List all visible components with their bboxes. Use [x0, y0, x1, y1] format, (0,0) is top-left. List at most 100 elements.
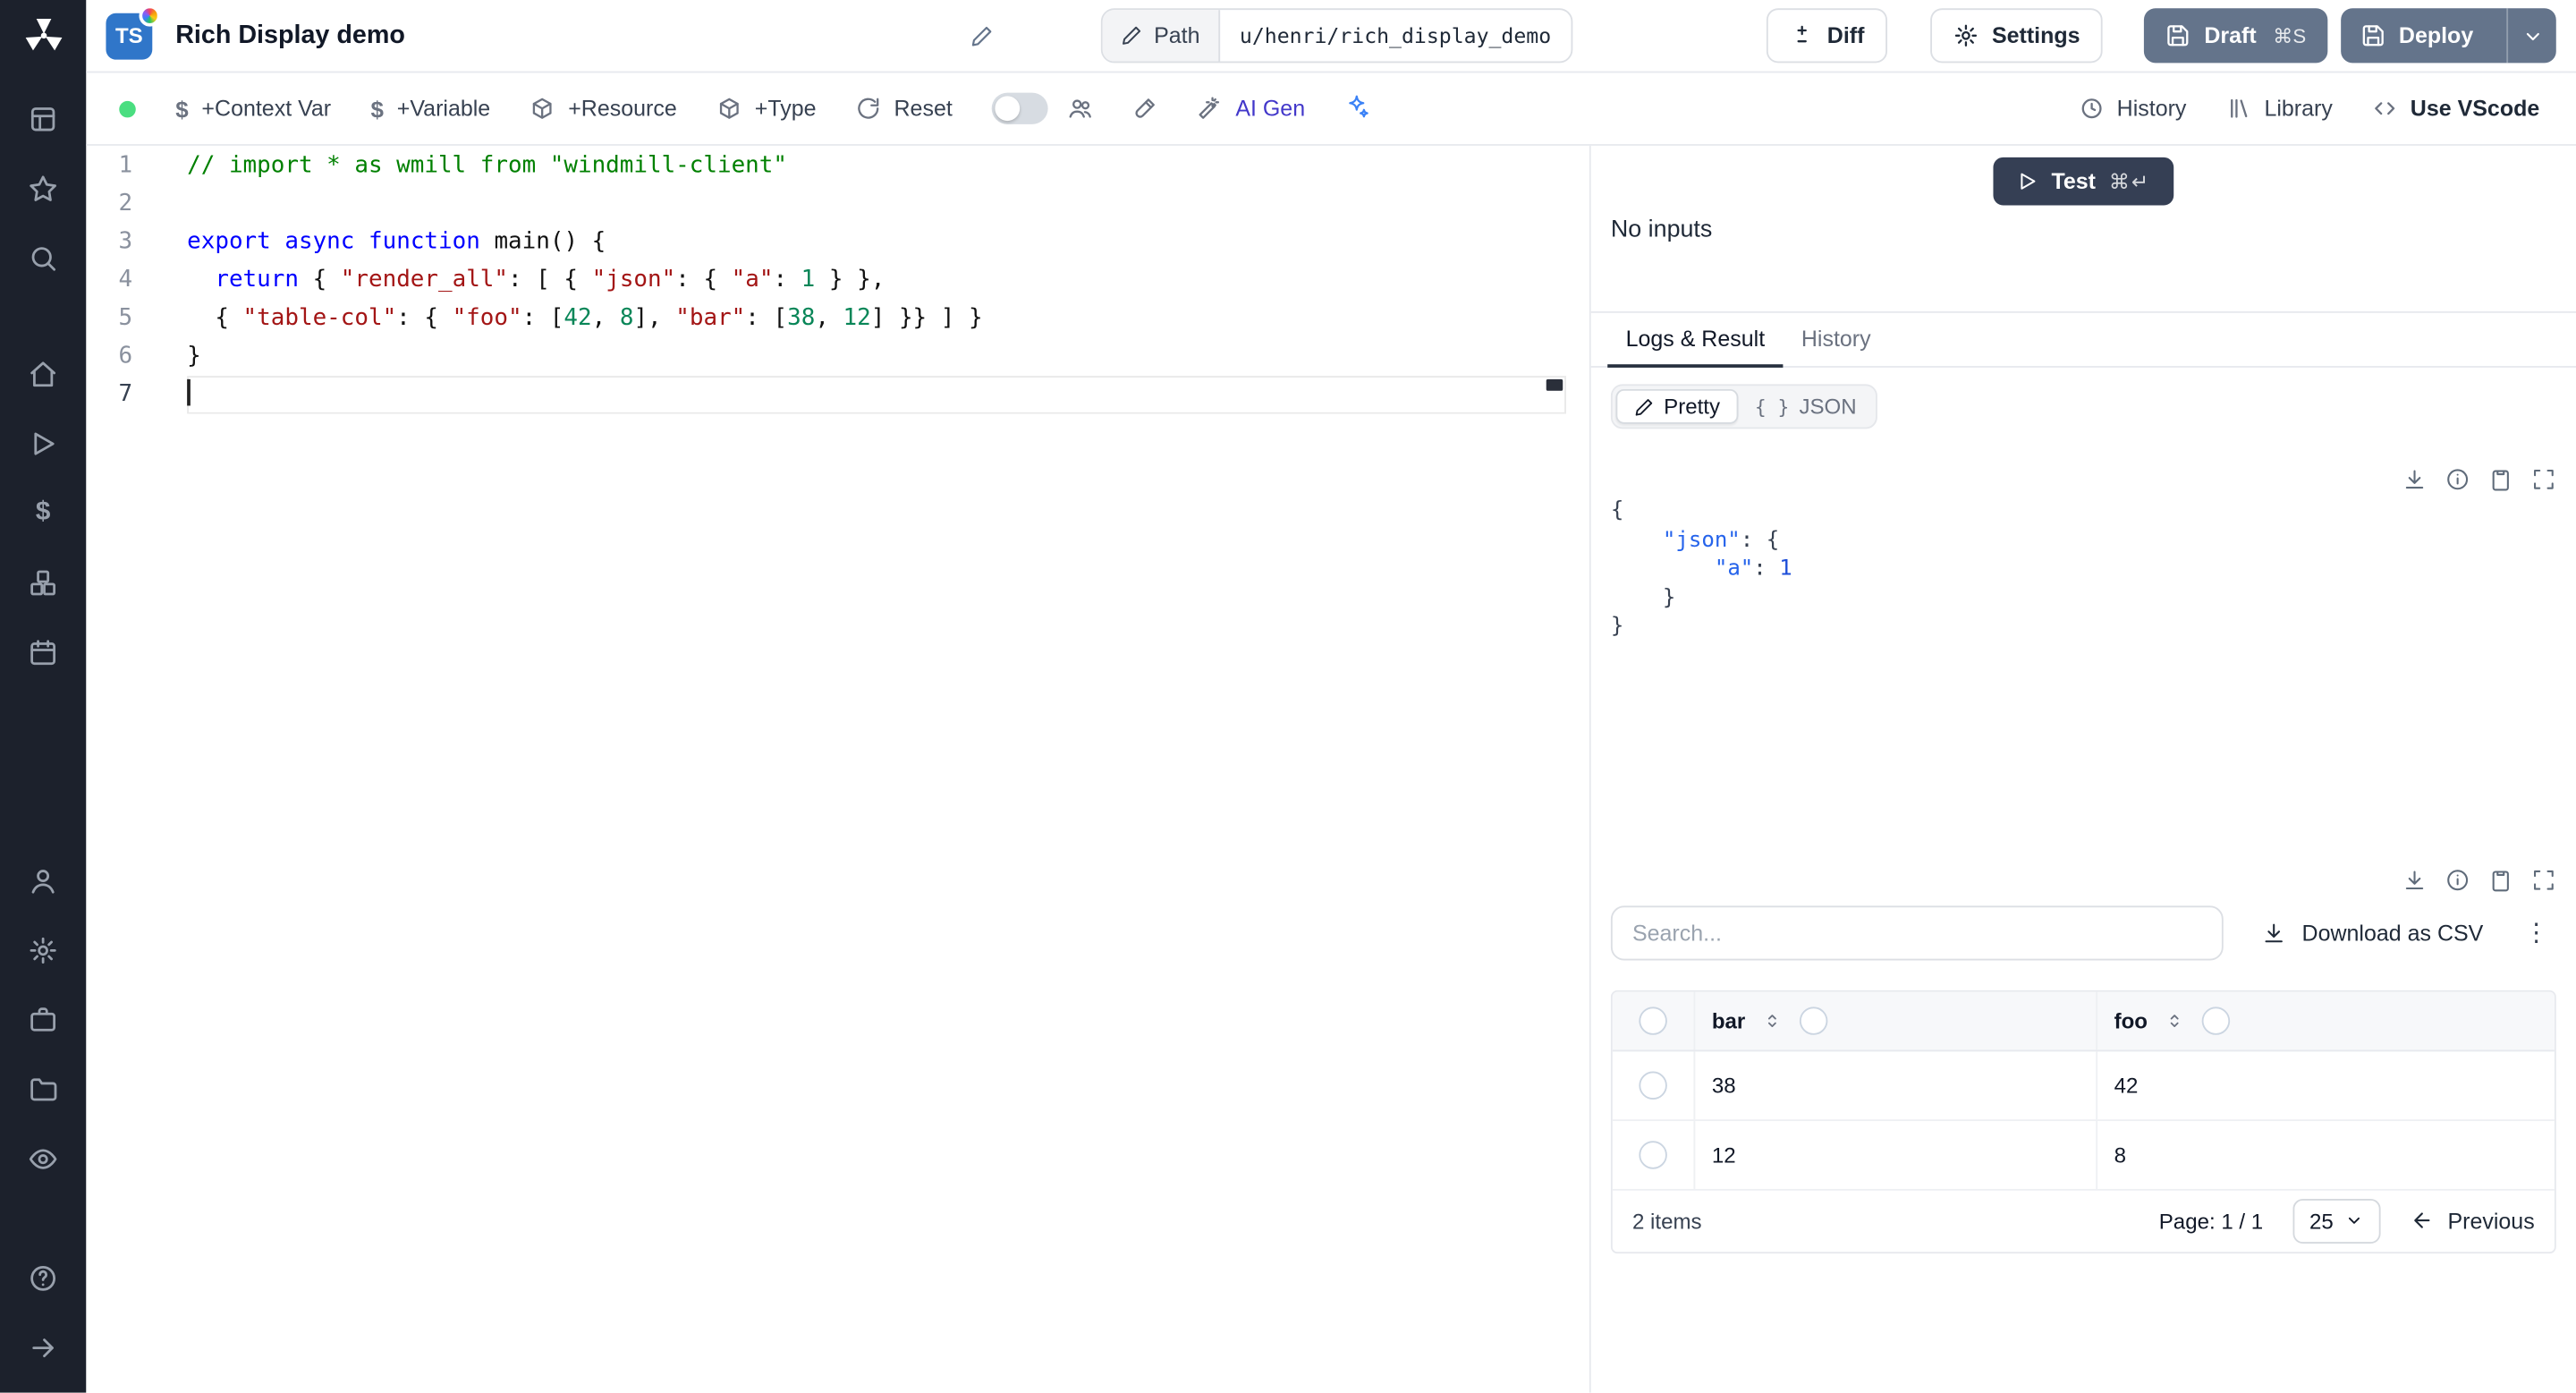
cell-bar: 12 — [1695, 1120, 2098, 1189]
table-menu-kebab-icon[interactable]: ⋮ — [2523, 917, 2550, 947]
copy-table-button[interactable] — [2488, 867, 2513, 892]
windmill-logo[interactable] — [21, 13, 65, 58]
library-icon — [2226, 96, 2251, 121]
table-actions — [1611, 867, 2556, 892]
resources-boxes-icon — [28, 568, 57, 598]
column-checkbox-foo[interactable] — [2202, 1006, 2231, 1034]
toolbar-right: History Library Use VScode — [2059, 82, 2560, 135]
table-row[interactable]: 38 42 — [1612, 1050, 2555, 1121]
draft-button[interactable]: Draft ⌘S — [2144, 8, 2328, 64]
select-all-checkbox[interactable] — [1639, 1006, 1667, 1034]
save-icon — [2360, 23, 2385, 48]
edit-summary-button[interactable] — [970, 25, 994, 53]
search-input[interactable] — [1610, 905, 2224, 960]
sidebar-item-resources[interactable] — [21, 563, 64, 602]
panes-splitter[interactable] — [1566, 146, 1589, 1393]
windmill-logo-icon — [21, 13, 65, 58]
audit-eye-icon — [28, 1144, 57, 1174]
copy-icon — [2488, 467, 2513, 492]
code-editor[interactable]: 1234567 // import * as wmill from "windm… — [86, 146, 1566, 1393]
info-icon — [2445, 867, 2470, 892]
sidebar-item-help[interactable] — [21, 1259, 64, 1298]
result-panel-body: Pretty { } JSON { "json": { "a": 1 }} Se… — [1591, 368, 2576, 1393]
result-table: bar foo 38 42 12 8 2 items Page: 1 / 1 25 P… — [1610, 989, 2556, 1253]
sidebar-item-schedules[interactable] — [21, 633, 64, 672]
editor-code-lines: // import * as wmill from "windmill-clie… — [159, 148, 1566, 1393]
download-table-button[interactable] — [2402, 867, 2428, 892]
sidebar-item-audit[interactable] — [21, 1139, 64, 1178]
header-actions: Diff Settings Draft ⌘S Deploy — [1766, 8, 2556, 64]
row-checkbox[interactable] — [1639, 1140, 1667, 1168]
diff-button[interactable]: Diff — [1766, 8, 1888, 64]
view-json-button[interactable]: { } JSON — [1738, 389, 1873, 424]
collapse-arrow-icon — [28, 1333, 57, 1363]
cell-foo: 8 — [2114, 1142, 2126, 1167]
help-icon — [28, 1263, 57, 1293]
result-json: { "json": { "a": 1 }} — [1610, 498, 1792, 640]
deploy-dropdown-button[interactable] — [2506, 8, 2556, 64]
download-csv-button[interactable]: Download as CSV — [2262, 920, 2483, 945]
column-checkbox-bar[interactable] — [1800, 1006, 1828, 1034]
column-header-bar[interactable]: bar — [1712, 1007, 1745, 1032]
reset-button[interactable]: Reset — [836, 82, 972, 135]
path-selector[interactable]: Path u/henri/rich_display_demo — [1100, 8, 1573, 64]
deploy-button[interactable]: Deploy — [2341, 8, 2556, 64]
windmill-app: $ TS Rich Display demo Path u/henri/rich… — [0, 0, 2576, 1393]
multiplayer-toggle[interactable] — [992, 92, 1049, 124]
page-size-select[interactable]: 25 — [2292, 1198, 2382, 1244]
tab-history[interactable]: History — [1783, 313, 1888, 366]
deploy-main[interactable]: Deploy — [2341, 8, 2493, 63]
use-vscode-button[interactable]: Use VScode — [2352, 82, 2559, 135]
pen-icon — [1634, 396, 1654, 416]
diff-icon — [1789, 23, 1814, 48]
copy-result-button[interactable] — [2488, 467, 2513, 492]
sidebar-item-runs[interactable] — [21, 424, 64, 463]
row-checkbox[interactable] — [1639, 1070, 1667, 1100]
sidebar-item-folders[interactable] — [21, 1070, 64, 1109]
test-button[interactable]: Test ⌘↵ — [1993, 157, 2174, 206]
ai-suggest-button[interactable] — [1325, 94, 1389, 123]
expand-icon — [2531, 467, 2556, 492]
sidebar-collapse[interactable] — [21, 1328, 64, 1367]
favorites-star-icon — [28, 174, 57, 203]
settings-button[interactable]: Settings — [1930, 8, 2104, 64]
previous-page-button[interactable]: Previous — [2411, 1208, 2535, 1233]
library-button[interactable]: Library — [2207, 82, 2352, 135]
tab-logs-result[interactable]: Logs & Result — [1607, 313, 1784, 368]
sidebar-item-search[interactable] — [21, 239, 64, 278]
no-inputs-label: No inputs — [1610, 217, 1713, 244]
sidebar-item-settings[interactable] — [21, 930, 64, 970]
sidebar-item-home[interactable] — [21, 354, 64, 394]
expand-result-button[interactable] — [2531, 467, 2556, 492]
path-label: Path — [1154, 22, 1200, 48]
table-row[interactable]: 12 8 — [1612, 1120, 2555, 1190]
table-info-button[interactable] — [2445, 867, 2470, 892]
format-brush-icon — [1133, 96, 1158, 121]
search-icon — [28, 243, 57, 273]
draft-shortcut: ⌘S — [2273, 23, 2307, 47]
sidebar-item-apps[interactable] — [21, 99, 64, 139]
sidebar-item-variables[interactable]: $ — [21, 494, 64, 533]
sidebar-item-user[interactable] — [21, 861, 64, 900]
add-type-button[interactable]: +Type — [697, 82, 836, 135]
column-header-foo[interactable]: foo — [2114, 1007, 2148, 1032]
result-info-button[interactable] — [2445, 467, 2470, 492]
ai-wand-icon — [1198, 96, 1223, 121]
home-icon — [28, 360, 57, 389]
add-resource-button[interactable]: +Resource — [510, 82, 697, 135]
overview-ruler-cursor — [1546, 378, 1563, 391]
sort-icon[interactable] — [1762, 1009, 1784, 1031]
history-button[interactable]: History — [2059, 82, 2207, 135]
expand-table-button[interactable] — [2531, 867, 2556, 892]
sidebar-item-workers[interactable] — [21, 1000, 64, 1040]
save-icon — [2166, 23, 2191, 48]
gear-icon — [1953, 23, 1979, 48]
download-result-button[interactable] — [2402, 467, 2428, 492]
sidebar-item-favorites[interactable] — [21, 169, 64, 208]
format-code-button[interactable] — [1113, 82, 1177, 135]
add-variable-button[interactable]: $ +Variable — [351, 82, 510, 135]
sort-icon[interactable] — [2165, 1009, 2186, 1031]
ai-gen-button[interactable]: AI Gen — [1178, 82, 1326, 135]
add-context-var-button[interactable]: $ +Context Var — [156, 82, 351, 135]
view-pretty-button[interactable]: Pretty — [1615, 388, 1739, 424]
